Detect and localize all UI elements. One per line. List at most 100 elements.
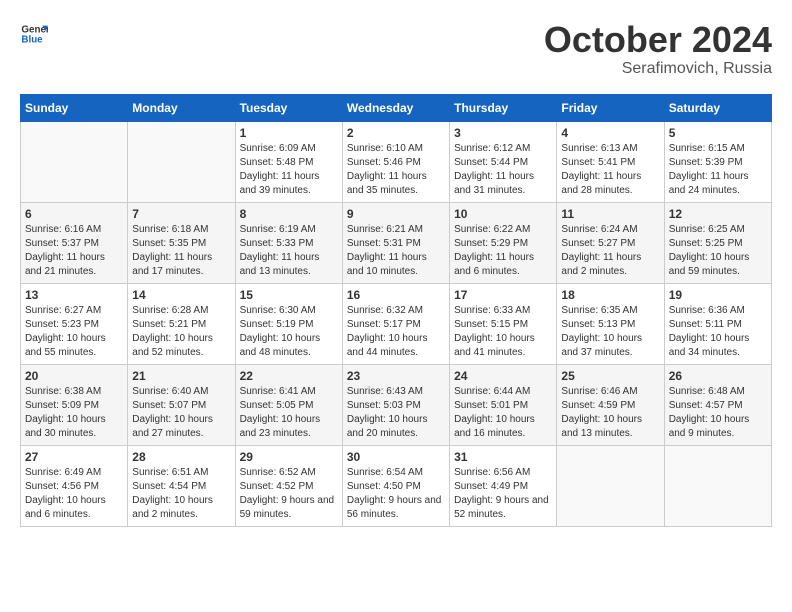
- day-number: 7: [132, 207, 230, 221]
- day-content: Sunrise: 6:28 AM Sunset: 5:21 PM Dayligh…: [132, 304, 230, 360]
- calendar-cell: 23Sunrise: 6:43 AM Sunset: 5:03 PM Dayli…: [342, 364, 449, 445]
- day-content: Sunrise: 6:51 AM Sunset: 4:54 PM Dayligh…: [132, 466, 230, 522]
- calendar-cell: 19 Sunrise: 6:36 AM Sunset: 5:11 PM Dayli…: [664, 283, 771, 364]
- day-content: Sunrise: 6:32 AM Sunset: 5:17 PM Dayligh…: [347, 304, 445, 360]
- calendar-cell: 26 Sunrise: 6:48 AM Sunset: 4:57 PM Dayli…: [664, 364, 771, 445]
- calendar-cell: 20 Sunrise: 6:38 AM Sunset: 5:09 PM Dayli…: [21, 364, 128, 445]
- day-content: Sunrise: 6:30 AM Sunset: 5:19 PM Dayligh…: [240, 304, 338, 360]
- day-number: 3: [454, 126, 552, 140]
- day-number: 8: [240, 207, 338, 221]
- title-block: October 2024 Serafimovich, Russia: [544, 20, 772, 78]
- day-number: 19: [669, 288, 767, 302]
- calendar-cell: 24Sunrise: 6:44 AM Sunset: 5:01 PM Dayli…: [450, 364, 557, 445]
- day-content: Sunrise: 6:46 AM Sunset: 4:59 PM Dayligh…: [561, 385, 659, 441]
- day-content: Sunrise: 6:16 AM Sunset: 5:37 PM Dayligh…: [25, 223, 123, 279]
- day-number: 16: [347, 288, 445, 302]
- day-number: 31: [454, 450, 552, 464]
- calendar-cell: 18 Sunrise: 6:35 AM Sunset: 5:13 PM Dayli…: [557, 283, 664, 364]
- day-header-saturday: Saturday: [664, 94, 771, 121]
- day-number: 12: [669, 207, 767, 221]
- calendar-cell: 15 Sunrise: 6:30 AM Sunset: 5:19 PM Dayli…: [235, 283, 342, 364]
- calendar-cell: 21 Sunrise: 6:40 AM Sunset: 5:07 PM Dayli…: [128, 364, 235, 445]
- day-number: 1: [240, 126, 338, 140]
- logo-icon: General Blue: [20, 20, 48, 48]
- day-content: Sunrise: 6:38 AM Sunset: 5:09 PM Dayligh…: [25, 385, 123, 441]
- day-number: 18: [561, 288, 659, 302]
- calendar-cell: 11Sunrise: 6:24 AM Sunset: 5:27 PM Dayli…: [557, 202, 664, 283]
- day-number: 2: [347, 126, 445, 140]
- day-number: 30: [347, 450, 445, 464]
- day-number: 13: [25, 288, 123, 302]
- day-content: Sunrise: 6:44 AM Sunset: 5:01 PM Dayligh…: [454, 385, 552, 441]
- calendar-cell: 29 Sunrise: 6:52 AM Sunset: 4:52 PM Dayli…: [235, 445, 342, 526]
- day-content: Sunrise: 6:40 AM Sunset: 5:07 PM Dayligh…: [132, 385, 230, 441]
- calendar-cell: 10Sunrise: 6:22 AM Sunset: 5:29 PM Dayli…: [450, 202, 557, 283]
- day-header-wednesday: Wednesday: [342, 94, 449, 121]
- calendar-cell: 22 Sunrise: 6:41 AM Sunset: 5:05 PM Dayli…: [235, 364, 342, 445]
- logo: General Blue: [20, 20, 48, 48]
- day-content: Sunrise: 6:27 AM Sunset: 5:23 PM Dayligh…: [25, 304, 123, 360]
- day-number: 27: [25, 450, 123, 464]
- calendar-cell: 8 Sunrise: 6:19 AM Sunset: 5:33 PM Daylig…: [235, 202, 342, 283]
- calendar-week-1: 1 Sunrise: 6:09 AM Sunset: 5:48 PM Daylig…: [21, 121, 772, 202]
- day-content: Sunrise: 6:18 AM Sunset: 5:35 PM Dayligh…: [132, 223, 230, 279]
- day-content: Sunrise: 6:12 AM Sunset: 5:44 PM Dayligh…: [454, 142, 552, 198]
- day-header-friday: Friday: [557, 94, 664, 121]
- day-number: 4: [561, 126, 659, 140]
- calendar-cell: 12Sunrise: 6:25 AM Sunset: 5:25 PM Dayli…: [664, 202, 771, 283]
- day-number: 17: [454, 288, 552, 302]
- calendar-cell: [21, 121, 128, 202]
- day-number: 6: [25, 207, 123, 221]
- day-content: Sunrise: 6:35 AM Sunset: 5:13 PM Dayligh…: [561, 304, 659, 360]
- calendar-subtitle: Serafimovich, Russia: [544, 60, 772, 78]
- day-content: Sunrise: 6:22 AM Sunset: 5:29 PM Dayligh…: [454, 223, 552, 279]
- calendar-cell: 1 Sunrise: 6:09 AM Sunset: 5:48 PM Daylig…: [235, 121, 342, 202]
- calendar-cell: [557, 445, 664, 526]
- day-number: 20: [25, 369, 123, 383]
- day-content: Sunrise: 6:49 AM Sunset: 4:56 PM Dayligh…: [25, 466, 123, 522]
- calendar-cell: 27 Sunrise: 6:49 AM Sunset: 4:56 PM Dayli…: [21, 445, 128, 526]
- day-number: 22: [240, 369, 338, 383]
- day-header-thursday: Thursday: [450, 94, 557, 121]
- calendar-cell: 7 Sunrise: 6:18 AM Sunset: 5:35 PM Daylig…: [128, 202, 235, 283]
- calendar-cell: 28 Sunrise: 6:51 AM Sunset: 4:54 PM Dayli…: [128, 445, 235, 526]
- calendar-week-2: 6 Sunrise: 6:16 AM Sunset: 5:37 PM Daylig…: [21, 202, 772, 283]
- svg-text:Blue: Blue: [21, 34, 43, 45]
- day-content: Sunrise: 6:15 AM Sunset: 5:39 PM Dayligh…: [669, 142, 767, 198]
- day-content: Sunrise: 6:36 AM Sunset: 5:11 PM Dayligh…: [669, 304, 767, 360]
- day-content: Sunrise: 6:41 AM Sunset: 5:05 PM Dayligh…: [240, 385, 338, 441]
- day-content: Sunrise: 6:09 AM Sunset: 5:48 PM Dayligh…: [240, 142, 338, 198]
- day-number: 5: [669, 126, 767, 140]
- calendar-cell: 31Sunrise: 6:56 AM Sunset: 4:49 PM Dayli…: [450, 445, 557, 526]
- day-content: Sunrise: 6:19 AM Sunset: 5:33 PM Dayligh…: [240, 223, 338, 279]
- day-number: 29: [240, 450, 338, 464]
- day-number: 28: [132, 450, 230, 464]
- day-number: 15: [240, 288, 338, 302]
- day-number: 14: [132, 288, 230, 302]
- day-content: Sunrise: 6:48 AM Sunset: 4:57 PM Dayligh…: [669, 385, 767, 441]
- day-number: 21: [132, 369, 230, 383]
- calendar-cell: 16 Sunrise: 6:32 AM Sunset: 5:17 PM Dayli…: [342, 283, 449, 364]
- calendar-week-4: 20 Sunrise: 6:38 AM Sunset: 5:09 PM Dayli…: [21, 364, 772, 445]
- calendar-cell: 4 Sunrise: 6:13 AM Sunset: 5:41 PM Daylig…: [557, 121, 664, 202]
- day-content: Sunrise: 6:13 AM Sunset: 5:41 PM Dayligh…: [561, 142, 659, 198]
- calendar-cell: 5 Sunrise: 6:15 AM Sunset: 5:39 PM Daylig…: [664, 121, 771, 202]
- calendar-week-5: 27 Sunrise: 6:49 AM Sunset: 4:56 PM Dayli…: [21, 445, 772, 526]
- day-number: 25: [561, 369, 659, 383]
- day-number: 26: [669, 369, 767, 383]
- day-content: Sunrise: 6:52 AM Sunset: 4:52 PM Dayligh…: [240, 466, 338, 522]
- calendar-cell: 30Sunrise: 6:54 AM Sunset: 4:50 PM Dayli…: [342, 445, 449, 526]
- calendar-cell: 17Sunrise: 6:33 AM Sunset: 5:15 PM Dayli…: [450, 283, 557, 364]
- day-content: Sunrise: 6:43 AM Sunset: 5:03 PM Dayligh…: [347, 385, 445, 441]
- calendar-cell: 3 Sunrise: 6:12 AM Sunset: 5:44 PM Daylig…: [450, 121, 557, 202]
- calendar-week-3: 13 Sunrise: 6:27 AM Sunset: 5:23 PM Dayli…: [21, 283, 772, 364]
- day-header-tuesday: Tuesday: [235, 94, 342, 121]
- calendar-cell: 25 Sunrise: 6:46 AM Sunset: 4:59 PM Dayli…: [557, 364, 664, 445]
- day-content: Sunrise: 6:10 AM Sunset: 5:46 PM Dayligh…: [347, 142, 445, 198]
- day-number: 11: [561, 207, 659, 221]
- calendar-table: SundayMondayTuesdayWednesdayThursdayFrid…: [20, 94, 772, 527]
- calendar-header-row: SundayMondayTuesdayWednesdayThursdayFrid…: [21, 94, 772, 121]
- calendar-cell: [664, 445, 771, 526]
- day-number: 9: [347, 207, 445, 221]
- day-header-monday: Monday: [128, 94, 235, 121]
